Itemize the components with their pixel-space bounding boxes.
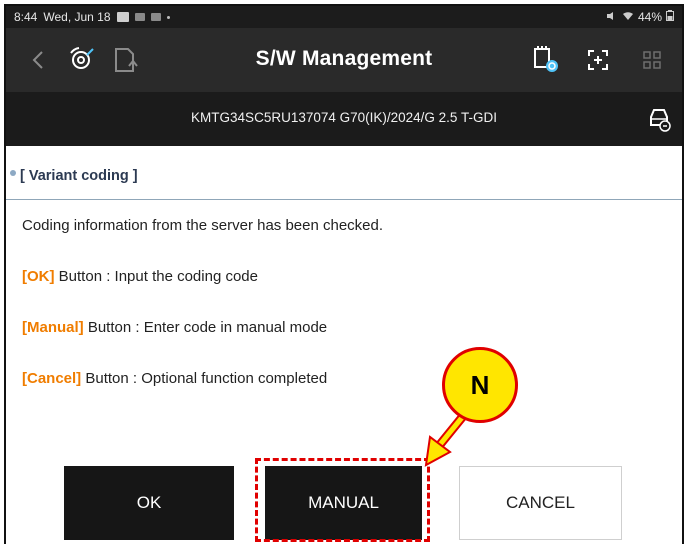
status-time: 8:44 bbox=[14, 10, 38, 24]
section-title: [ Variant coding ] bbox=[10, 168, 138, 184]
car-settings-icon bbox=[650, 109, 671, 132]
vehicle-info-bar: KMTG34SC5RU137074 G70(IK)/2024/G 2.5 T-G… bbox=[6, 92, 682, 146]
title-bar: S/W Management bbox=[6, 28, 682, 92]
fullscreen-button[interactable] bbox=[578, 40, 618, 80]
mute-icon bbox=[606, 10, 618, 24]
battery-icon bbox=[666, 10, 674, 24]
cancel-button[interactable]: CANCEL bbox=[459, 466, 622, 540]
ok-button[interactable]: OK bbox=[64, 466, 234, 540]
battery-level: 44% bbox=[637, 10, 662, 24]
vehicle-info: KMTG34SC5RU137074 G70(IK)/2024/G 2.5 T-G… bbox=[191, 110, 497, 125]
manual-description-text: Button : Enter code in manual mode bbox=[83, 319, 328, 336]
ok-description: [OK] Button : Input the coding code bbox=[22, 268, 258, 285]
ecu-search-icon bbox=[534, 46, 558, 72]
ok-keyword: [OK] bbox=[22, 268, 55, 285]
cancel-description: [Cancel] Button : Optional function comp… bbox=[22, 370, 327, 387]
section-divider bbox=[6, 199, 682, 200]
menu-grid-button[interactable] bbox=[632, 40, 672, 80]
app-frame: 8:44 Wed, Jun 18 44% S/W Management KMTG… bbox=[4, 4, 684, 544]
ok-description-text: Button : Input the coding code bbox=[54, 268, 258, 285]
callout-badge: N bbox=[442, 347, 518, 423]
status-date: Wed, Jun 18 bbox=[43, 10, 111, 24]
section-bullet-icon bbox=[10, 170, 16, 176]
cancel-keyword: [Cancel] bbox=[22, 370, 82, 387]
section-title-text: [ Variant coding ] bbox=[20, 168, 138, 184]
ecu-connect-button[interactable] bbox=[526, 40, 566, 80]
manual-keyword: [Manual] bbox=[22, 319, 84, 336]
info-message: Coding information from the server has b… bbox=[22, 217, 384, 234]
manual-button[interactable]: MANUAL bbox=[265, 466, 422, 540]
grid-icon bbox=[643, 51, 661, 69]
vehicle-settings-button[interactable] bbox=[646, 106, 672, 132]
notification-icon bbox=[134, 13, 145, 21]
expand-icon bbox=[588, 50, 608, 70]
wifi-icon bbox=[622, 10, 634, 24]
status-bar: 8:44 Wed, Jun 18 44% bbox=[6, 6, 682, 28]
gallery-notification-icon bbox=[116, 12, 129, 22]
cancel-description-text: Button : Optional function completed bbox=[81, 370, 328, 387]
notification-icon bbox=[150, 13, 161, 21]
more-notifications-icon bbox=[166, 15, 170, 19]
manual-description: [Manual] Button : Enter code in manual m… bbox=[22, 319, 327, 336]
